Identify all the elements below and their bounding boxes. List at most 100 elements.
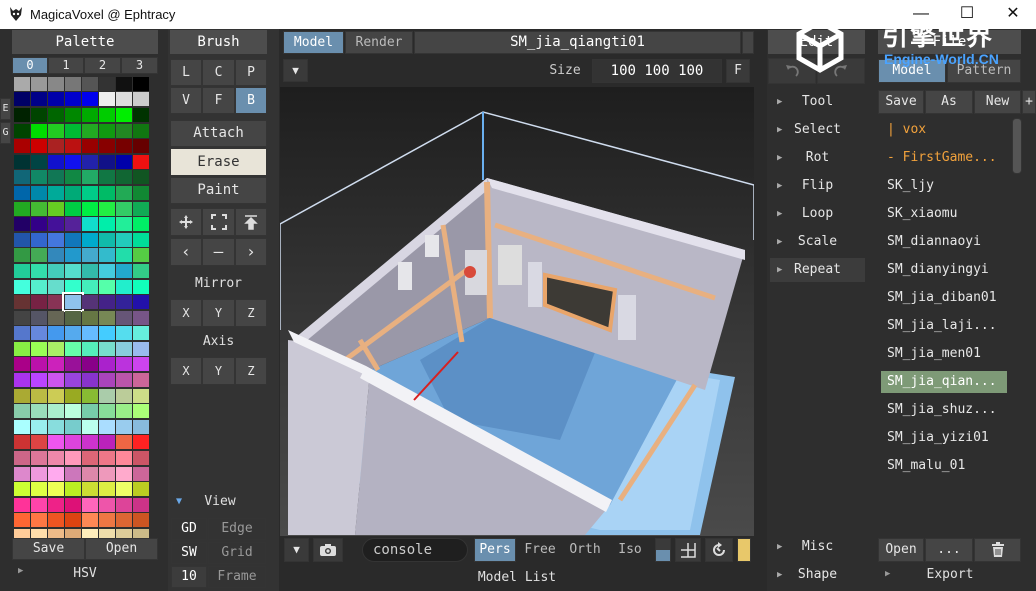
paint-mode-button[interactable]: Paint — [170, 177, 267, 204]
palette-tab-0[interactable]: 0 — [12, 57, 48, 74]
palette-swatch[interactable] — [13, 341, 30, 356]
palette-swatch[interactable] — [13, 279, 30, 294]
palette-swatch[interactable] — [81, 419, 98, 434]
file-list-item[interactable]: SK_xiaomu — [881, 203, 1007, 225]
palette-swatch[interactable] — [47, 419, 64, 434]
brush-shape-c[interactable]: C — [202, 59, 235, 86]
palette-swatch[interactable] — [81, 232, 98, 247]
edit-shape-item[interactable]: ▶ Shape — [770, 563, 865, 587]
console-input[interactable]: console — [362, 538, 468, 562]
palette-swatch[interactable] — [132, 76, 149, 91]
palette-swatch[interactable] — [64, 466, 81, 481]
palette-swatch[interactable] — [30, 201, 47, 216]
view-menu-chevron-down-icon[interactable]: ▼ — [283, 59, 308, 82]
palette-swatch[interactable] — [81, 248, 98, 263]
palette-swatch[interactable] — [64, 451, 81, 466]
minus-icon[interactable]: – — [202, 238, 235, 266]
palette-swatch[interactable] — [13, 326, 30, 341]
palette-swatch[interactable] — [132, 92, 149, 107]
ground-toggle[interactable] — [655, 538, 671, 562]
palette-side-tab-g[interactable]: G — [0, 122, 11, 144]
palette-swatch[interactable] — [115, 388, 132, 403]
palette-swatch[interactable] — [47, 388, 64, 403]
palette-swatch[interactable] — [98, 451, 115, 466]
palette-swatch[interactable] — [132, 201, 149, 216]
palette-swatch[interactable] — [115, 404, 132, 419]
palette-swatch[interactable] — [81, 466, 98, 481]
palette-swatch[interactable] — [81, 513, 98, 528]
bottom-menu-chevron-down-icon[interactable]: ▼ — [284, 538, 309, 562]
palette-swatch[interactable] — [64, 263, 81, 278]
palette-swatch[interactable] — [30, 92, 47, 107]
palette-swatch[interactable] — [47, 482, 64, 497]
palette-swatch[interactable] — [98, 357, 115, 372]
palette-swatch[interactable] — [13, 404, 30, 419]
camera-orth-button[interactable]: Orth — [565, 542, 605, 557]
palette-swatch[interactable] — [64, 154, 81, 169]
palette-swatch[interactable] — [132, 217, 149, 232]
palette-swatch[interactable] — [81, 217, 98, 232]
palette-swatch[interactable] — [30, 388, 47, 403]
palette-swatch[interactable] — [64, 326, 81, 341]
file-list-item[interactable]: SM_jia_laji... — [881, 315, 1007, 337]
palette-side-tab-e[interactable]: E — [0, 98, 11, 120]
palette-swatch[interactable] — [47, 232, 64, 247]
mirror-z-button[interactable]: Z — [235, 299, 267, 327]
palette-swatch[interactable] — [64, 92, 81, 107]
palette-swatch[interactable] — [81, 123, 98, 138]
palette-swatch[interactable] — [47, 123, 64, 138]
palette-swatch[interactable] — [81, 341, 98, 356]
palette-swatch[interactable] — [13, 310, 30, 325]
palette-swatch[interactable] — [30, 513, 47, 528]
palette-swatch[interactable] — [13, 107, 30, 122]
move-tool-button[interactable] — [170, 208, 202, 236]
palette-swatch[interactable] — [115, 513, 132, 528]
palette-swatch[interactable] — [81, 295, 98, 310]
palette-swatch[interactable] — [13, 419, 30, 434]
palette-swatch[interactable] — [30, 419, 47, 434]
palette-swatch[interactable] — [81, 388, 98, 403]
model-list-label[interactable]: Model List — [280, 570, 754, 585]
palette-swatch[interactable] — [115, 154, 132, 169]
palette-tab-3[interactable]: 3 — [121, 57, 158, 74]
palette-swatch[interactable] — [98, 170, 115, 185]
file-open-button[interactable]: Open — [878, 538, 924, 562]
palette-swatch[interactable] — [13, 497, 30, 512]
palette-swatch[interactable] — [81, 404, 98, 419]
palette-swatch[interactable] — [64, 232, 81, 247]
palette-swatch[interactable] — [81, 139, 98, 154]
palette-swatch[interactable] — [81, 435, 98, 450]
palette-swatch[interactable] — [81, 279, 98, 294]
palette-swatch[interactable] — [64, 388, 81, 403]
palette-swatch[interactable] — [30, 279, 47, 294]
palette-swatch[interactable] — [115, 185, 132, 200]
palette-swatch[interactable] — [64, 248, 81, 263]
palette-swatch[interactable] — [98, 404, 115, 419]
palette-swatch[interactable] — [132, 497, 149, 512]
mirror-x-button[interactable]: X — [170, 299, 202, 327]
palette-swatch[interactable] — [47, 279, 64, 294]
palette-swatch[interactable] — [13, 217, 30, 232]
palette-swatch[interactable] — [64, 217, 81, 232]
palette-swatch[interactable] — [64, 357, 81, 372]
file-new-button[interactable]: New — [974, 90, 1021, 114]
file-list-item[interactable]: SM_jia_yizi01 — [881, 427, 1007, 449]
brush-shape-p[interactable]: P — [235, 59, 267, 86]
palette-swatch[interactable] — [132, 185, 149, 200]
palette-swatch[interactable] — [98, 76, 115, 91]
chevron-left-icon[interactable]: ‹ — [170, 238, 202, 266]
palette-swatch[interactable] — [47, 217, 64, 232]
palette-swatch[interactable] — [132, 310, 149, 325]
palette-swatch[interactable] — [64, 482, 81, 497]
palette-swatch[interactable] — [13, 513, 30, 528]
palette-swatch[interactable] — [64, 76, 81, 91]
edge-toggle[interactable]: Edge — [208, 518, 266, 540]
size-input[interactable]: 100 100 100 — [592, 59, 722, 83]
palette-swatch[interactable] — [98, 185, 115, 200]
palette-swatch[interactable] — [13, 201, 30, 216]
palette-swatch[interactable] — [30, 107, 47, 122]
file-list-item[interactable]: - FirstGame... — [881, 147, 1007, 169]
palette-swatch[interactable] — [47, 357, 64, 372]
edit-repeat-item[interactable]: ▶ Repeat — [770, 258, 865, 282]
palette-swatch[interactable] — [98, 279, 115, 294]
